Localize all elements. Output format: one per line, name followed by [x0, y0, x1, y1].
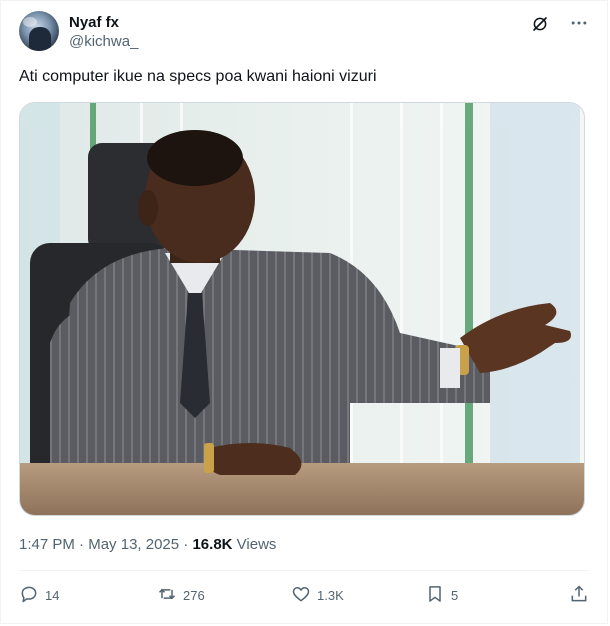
grok-icon[interactable] [531, 15, 549, 33]
like-count: 1.3K [317, 587, 344, 603]
repost-count: 276 [183, 587, 205, 603]
tweet-time[interactable]: 1:47 PM [19, 536, 75, 553]
repost-button[interactable]: 276 [157, 583, 205, 607]
tweet-date[interactable]: May 13, 2025 [88, 536, 179, 553]
share-icon [569, 584, 589, 607]
author-handle[interactable]: @kichwa_ [69, 33, 138, 50]
timestamp-separator: · [183, 536, 189, 553]
photo-man-in-suit-at-desk [20, 103, 584, 515]
bookmark-count: 5 [451, 587, 459, 603]
tweet-actions: 14 276 1.3K 5 [19, 581, 589, 611]
tweet-photo[interactable] [19, 102, 585, 516]
reply-icon [19, 584, 39, 607]
bookmark-button[interactable]: 5 [425, 583, 458, 607]
tweet-card: Nyaf fx @kichwa_ Ati computer ikue na sp… [0, 0, 608, 624]
reply-button[interactable]: 14 [19, 583, 59, 607]
bookmark-icon [425, 584, 445, 607]
heart-icon [291, 584, 311, 607]
tweet-text: Ati computer ikue na specs poa kwani hai… [19, 68, 377, 85]
reply-count: 14 [45, 587, 60, 603]
avatar[interactable] [19, 11, 59, 51]
timestamp-separator: · [79, 536, 85, 553]
views-count: 16.8K [192, 536, 233, 553]
divider [19, 570, 589, 571]
views-label: Views [236, 536, 277, 553]
repost-icon [157, 584, 177, 607]
like-button[interactable]: 1.3K [291, 583, 344, 607]
tweet-timestamp: 1:47 PM · May 13, 2025 · 16.8K Views [19, 536, 276, 553]
tweet-header: Nyaf fx @kichwa_ [19, 11, 589, 53]
author-name[interactable]: Nyaf fx [69, 14, 119, 31]
share-button[interactable] [569, 583, 589, 607]
more-icon[interactable] [569, 13, 589, 33]
